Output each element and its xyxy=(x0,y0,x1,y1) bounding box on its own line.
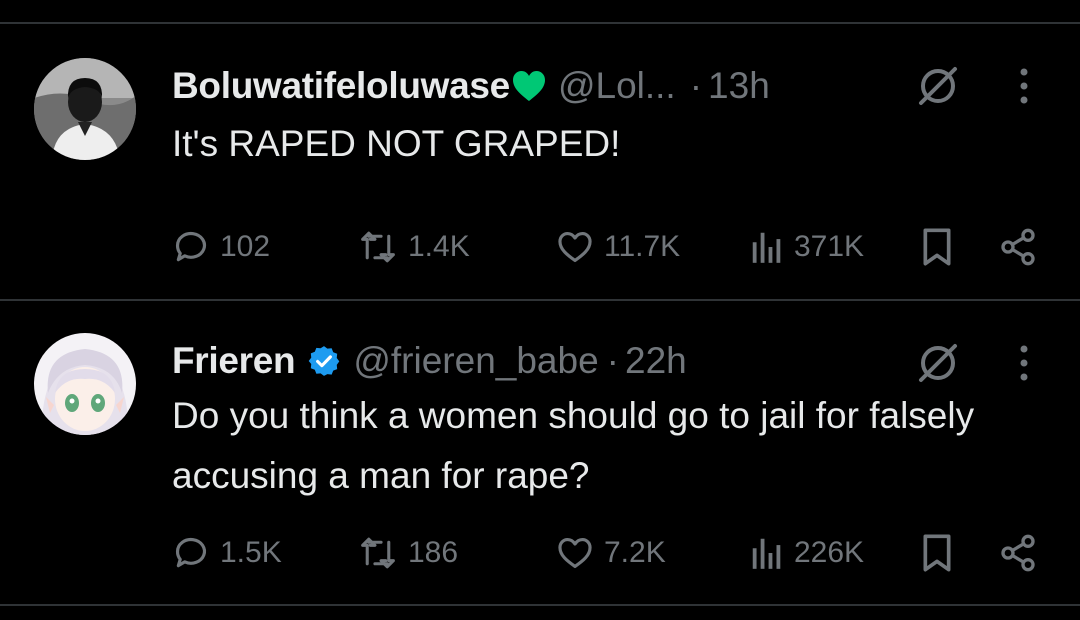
share-button[interactable] xyxy=(998,223,1038,271)
share-icon xyxy=(1001,534,1035,572)
repost-icon xyxy=(361,537,395,569)
tweet-actions: 102 1.4K 11.7K 371K xyxy=(172,223,1052,271)
grok-icon[interactable] xyxy=(910,58,966,114)
separator: · xyxy=(689,65,703,106)
reply-icon xyxy=(175,231,207,262)
tweet-text: It's RAPED NOT GRAPED! xyxy=(172,123,621,164)
display-name[interactable]: Boluwatifeloluwase xyxy=(172,65,510,107)
like-icon xyxy=(558,537,592,569)
reply-button[interactable]: 102 xyxy=(172,223,270,271)
views-icon xyxy=(752,538,781,569)
repost-icon xyxy=(361,231,395,263)
views-button[interactable]: 226K xyxy=(750,529,864,577)
avatar[interactable] xyxy=(34,58,136,160)
bookmark-button[interactable] xyxy=(920,223,954,271)
reply-button[interactable]: 1.5K xyxy=(172,529,282,577)
bookmark-icon xyxy=(923,228,951,266)
grok-icon[interactable] xyxy=(910,335,966,391)
separator: · xyxy=(606,340,619,381)
repost-count: 1.4K xyxy=(408,230,470,263)
tweet[interactable]: Frieren @frieren_babe · 22h Do you think… xyxy=(0,301,1080,604)
tweet-header: Boluwatifeloluwase @Lol... · 13h xyxy=(172,62,770,110)
handle[interactable]: @frieren_babe xyxy=(353,340,598,382)
reply-icon xyxy=(175,537,207,568)
more-options-icon[interactable] xyxy=(1004,335,1044,391)
view-count: 371K xyxy=(794,230,865,263)
verified-badge-icon xyxy=(307,344,341,378)
bookmark-button[interactable] xyxy=(920,529,954,577)
like-count: 7.2K xyxy=(604,536,666,569)
timestamp[interactable]: 22h xyxy=(625,340,687,382)
tweet-actions: 1.5K 186 7.2K 226K xyxy=(172,529,1052,577)
repost-count: 186 xyxy=(408,536,459,569)
green-heart-icon xyxy=(512,70,546,102)
views-button[interactable]: 371K xyxy=(750,223,864,271)
bottom-divider xyxy=(0,604,1080,606)
bookmark-icon xyxy=(923,534,951,572)
like-count: 11.7K xyxy=(604,230,681,263)
share-button[interactable] xyxy=(998,529,1038,577)
like-icon xyxy=(558,231,592,263)
like-button[interactable]: 7.2K xyxy=(556,529,666,577)
more-options-icon[interactable] xyxy=(1004,58,1044,114)
repost-button[interactable]: 186 xyxy=(358,529,458,577)
view-count: 226K xyxy=(794,536,865,569)
handle[interactable]: @Lol... xyxy=(558,65,676,107)
like-button[interactable]: 11.7K xyxy=(556,223,680,271)
timestamp[interactable]: 13h xyxy=(708,65,770,107)
display-name[interactable]: Frieren xyxy=(172,340,296,382)
reply-count: 1.5K xyxy=(220,536,282,569)
views-icon xyxy=(752,232,781,263)
share-icon xyxy=(1001,228,1035,266)
tweet-header: Frieren @frieren_babe · 22h xyxy=(172,337,687,385)
reply-count: 102 xyxy=(220,230,271,263)
tweet-text: Do you think a women should go to jail f… xyxy=(172,395,975,496)
tweet[interactable]: Boluwatifeloluwase @Lol... · 13h It's RA… xyxy=(0,24,1080,299)
repost-button[interactable]: 1.4K xyxy=(358,223,470,271)
avatar[interactable] xyxy=(34,333,136,435)
